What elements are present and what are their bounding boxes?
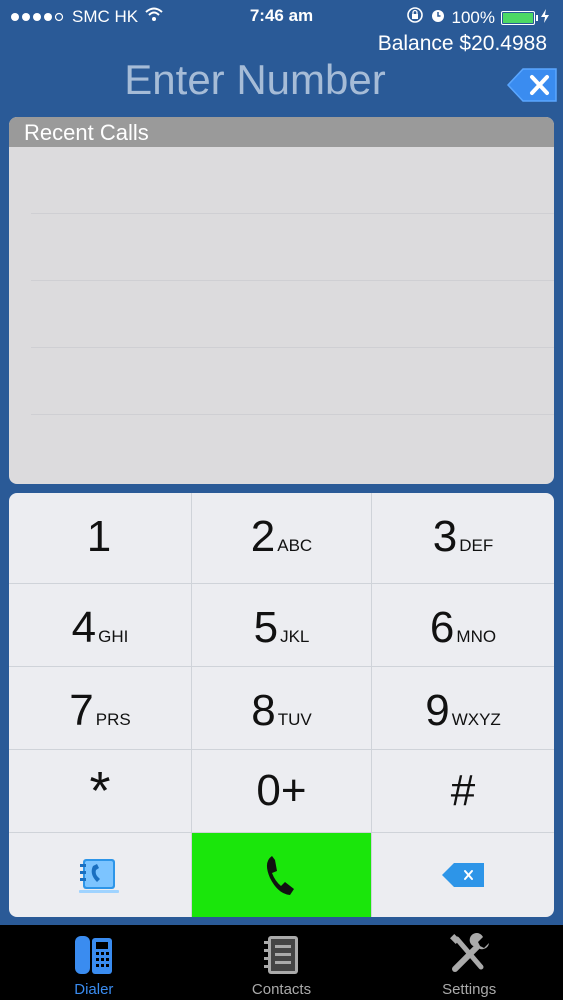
key-star[interactable]: *	[9, 750, 192, 833]
list-item[interactable]	[31, 147, 554, 214]
key-letters: WXYZ	[451, 710, 501, 729]
key-7[interactable]: 7 PRS	[9, 667, 192, 750]
backspace-icon	[442, 863, 484, 887]
key-letters: JKL	[280, 627, 310, 646]
tab-dialer[interactable]: Dialer	[0, 925, 188, 1000]
clear-number-button[interactable]	[505, 66, 559, 109]
tab-contacts[interactable]: Contacts	[188, 925, 376, 1000]
key-digit: #	[450, 766, 476, 815]
tab-label: Dialer	[74, 981, 114, 998]
address-book-icon	[79, 859, 119, 893]
number-input[interactable]: Enter Number	[0, 56, 510, 104]
key-digit: *	[89, 761, 111, 821]
key-digit: 5	[253, 603, 279, 652]
settings-icon	[450, 933, 490, 972]
key-digit: 7	[69, 686, 94, 735]
phone-icon	[266, 856, 294, 895]
key-letters: MNO	[456, 627, 497, 646]
contacts-icon	[263, 936, 298, 974]
key-digit: 3	[432, 512, 458, 561]
key-9[interactable]: 9 WXYZ	[372, 667, 554, 750]
tab-settings[interactable]: Settings	[375, 925, 563, 1000]
alarm-icon	[430, 7, 446, 28]
key-digit: 9	[425, 686, 450, 735]
key-5[interactable]: 5 JKL	[192, 584, 372, 667]
charging-icon	[541, 8, 549, 28]
list-item[interactable]	[31, 348, 554, 415]
key-letters: TUV	[277, 710, 312, 729]
key-hash[interactable]: #	[372, 750, 554, 833]
key-digit: 8	[251, 686, 276, 735]
backspace-button[interactable]	[372, 833, 554, 917]
key-letters: PRS	[95, 710, 131, 729]
keypad: 1 2 ABC 3 DEF 4 GHI 5 JKL 6 MNO 7 PRS 8 …	[9, 493, 554, 917]
key-0[interactable]: 0+	[192, 750, 372, 833]
balance-label: Balance $20.4988	[377, 32, 547, 55]
battery-icon	[501, 10, 538, 25]
key-letters: ABC	[277, 536, 313, 555]
dialer-icon	[74, 936, 112, 974]
battery-percent: 100%	[451, 7, 495, 27]
tab-label: Settings	[442, 981, 497, 998]
key-8[interactable]: 8 TUV	[192, 667, 372, 750]
key-2[interactable]: 2 ABC	[192, 493, 372, 584]
recent-calls-title: Recent Calls	[9, 117, 554, 147]
key-digit: 2	[250, 512, 276, 561]
clear-icon	[506, 68, 557, 102]
status-right: 100%	[406, 6, 549, 29]
rotation-lock-icon	[406, 6, 424, 29]
status-bar: SMC HK 7:46 am 100%	[0, 0, 563, 30]
tab-label: Contacts	[251, 981, 312, 998]
recent-calls-panel: Recent Calls	[9, 117, 554, 484]
key-digit: 0+	[256, 766, 307, 815]
key-letters: GHI	[98, 627, 129, 646]
key-4[interactable]: 4 GHI	[9, 584, 192, 667]
key-6[interactable]: 6 MNO	[372, 584, 554, 667]
list-item[interactable]	[31, 214, 554, 281]
key-letters: DEF	[459, 536, 494, 555]
key-digit: 4	[71, 603, 97, 652]
contacts-book-button[interactable]	[9, 833, 192, 917]
key-1[interactable]: 1	[9, 493, 192, 584]
list-item[interactable]	[31, 281, 554, 348]
key-digit: 6	[429, 603, 455, 652]
call-button[interactable]	[192, 833, 372, 917]
key-3[interactable]: 3 DEF	[372, 493, 554, 584]
tab-bar: Dialer Contacts Settings	[0, 925, 563, 1000]
key-digit: 1	[86, 512, 112, 561]
